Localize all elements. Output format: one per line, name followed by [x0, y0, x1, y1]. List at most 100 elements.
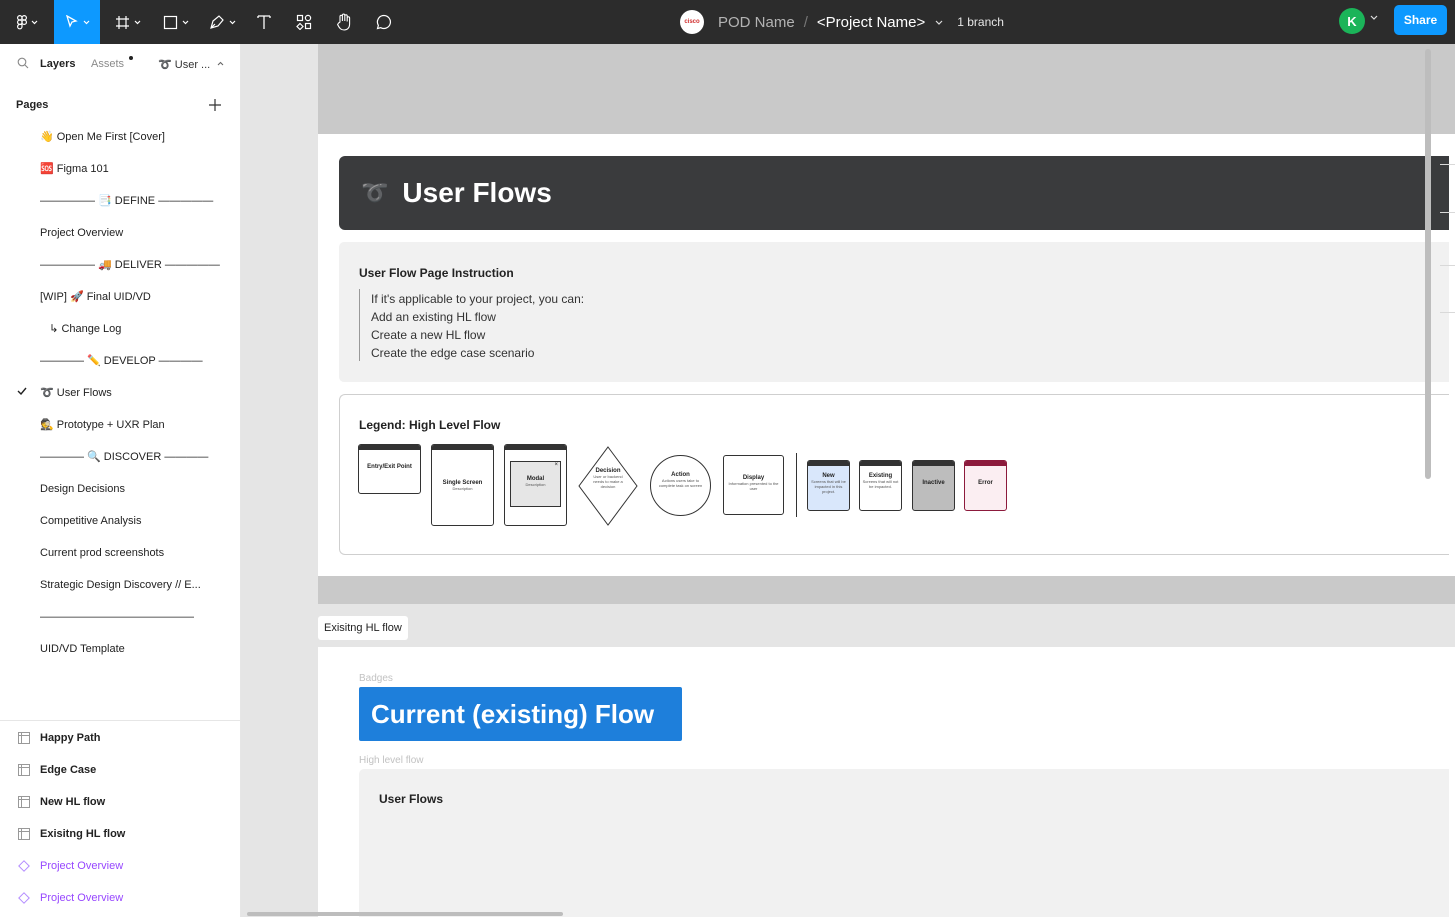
assets-update-dot	[129, 56, 133, 60]
legend-card[interactable]: Legend: High Level Flow Entry/Exit Point…	[339, 394, 1449, 555]
frame-name-label[interactable]: Exisitng HL flow	[318, 616, 408, 640]
layer-label: Project Overview	[40, 860, 124, 872]
legend-action[interactable]: Action Actions users take to complete ta…	[650, 455, 711, 516]
hl-flow-label: High level flow	[359, 755, 424, 766]
avatar[interactable]: K	[1339, 8, 1365, 34]
page-item[interactable]: Current prod screenshots	[40, 543, 220, 563]
team-name[interactable]: POD Name	[718, 14, 795, 31]
legend-entry-exit[interactable]: Entry/Exit Point	[358, 444, 421, 494]
legend-separator	[796, 453, 797, 517]
page-item-current[interactable]: ➰ User Flows	[40, 383, 220, 403]
text-icon	[257, 15, 271, 29]
chevron-down-icon[interactable]	[1370, 15, 1378, 20]
legend-display[interactable]: Display Information presented to the use…	[723, 455, 784, 515]
comment-tool-button[interactable]	[372, 0, 396, 44]
add-page-icon[interactable]	[208, 98, 222, 112]
page-item[interactable]: Design Decisions	[40, 479, 220, 499]
components-button[interactable]	[292, 0, 316, 44]
frame-layer-icon	[18, 732, 30, 744]
hand-tool-button[interactable]	[332, 0, 356, 44]
legend-existing[interactable]: Existing Screens that will not be impact…	[859, 460, 902, 511]
legend-inactive[interactable]: Inactive	[912, 460, 955, 511]
legend-single-screen[interactable]: Single Screen Description	[431, 444, 494, 526]
instruction-line: If it's applicable to your project, you …	[371, 292, 585, 306]
quote-bar	[359, 289, 360, 361]
check-icon	[17, 387, 27, 395]
horizontal-scrollbar[interactable]	[247, 912, 563, 916]
share-button[interactable]: Share	[1394, 5, 1447, 35]
rectangle-icon	[163, 15, 178, 29]
page-title: User Flows	[402, 177, 552, 208]
legend-title: Legend: High Level Flow	[359, 418, 501, 432]
tab-assets[interactable]: Assets	[91, 58, 124, 70]
tab-layers[interactable]: Layers	[40, 58, 75, 70]
layer-item-frame[interactable]: Happy Path	[18, 728, 101, 748]
component-instance-icon	[18, 860, 30, 872]
layer-item-frame[interactable]: Edge Case	[18, 760, 96, 780]
title-separator: /	[803, 13, 808, 31]
legend-error[interactable]: Error	[964, 460, 1007, 511]
page-item[interactable]: ———— ✏️ DEVELOP ————	[40, 351, 220, 371]
legend-decision[interactable]: Decision User or backend needs to make a…	[578, 446, 638, 526]
modal-inner: × Modal Description	[510, 461, 561, 507]
chevron-down-icon	[31, 20, 37, 24]
layer-label: New HL flow	[40, 796, 106, 808]
legend-new[interactable]: New Screens that will be impacted in thi…	[807, 460, 850, 511]
page-item[interactable]: ↳ Change Log	[40, 319, 220, 339]
current-flow-badge[interactable]: Current (existing) Flow	[359, 687, 682, 741]
page-item[interactable]: 🆘 Figma 101	[40, 159, 220, 179]
canvas[interactable]: ➰ User Flows User Flow Page Instruction …	[241, 44, 1455, 917]
page-item[interactable]: Project Overview	[40, 223, 220, 243]
project-name[interactable]: <Project Name>	[817, 14, 925, 31]
hand-icon	[336, 13, 351, 31]
layer-label: Happy Path	[40, 732, 101, 744]
chevron-down-icon	[83, 20, 89, 24]
layer-label: Edge Case	[40, 764, 97, 776]
edge-tick	[1440, 212, 1455, 213]
frame-layer-icon	[18, 796, 30, 808]
layer-item-component-instance[interactable]: Project Overview	[18, 888, 123, 908]
legend-modal[interactable]: × Modal Description	[504, 444, 567, 526]
pen-tool-button[interactable]	[204, 0, 240, 44]
panel-tabs: Layers Assets ➰ User ...	[0, 44, 240, 84]
user-flows-box[interactable]: User Flows	[359, 769, 1449, 917]
frame-layer-icon	[18, 764, 30, 776]
legend-desc: Description	[525, 482, 546, 487]
page-item[interactable]: ——————————————	[40, 607, 220, 627]
instruction-card[interactable]: User Flow Page Instruction If it's appli…	[339, 242, 1449, 382]
page-item[interactable]: Competitive Analysis	[40, 511, 220, 531]
panel-divider	[0, 720, 240, 721]
page-item[interactable]: 🕵 Prototype + UXR Plan	[40, 415, 220, 435]
page-item[interactable]: UID/VD Template	[40, 639, 220, 659]
component-instance-icon	[18, 892, 30, 904]
page-header[interactable]: ➰ User Flows	[339, 156, 1449, 230]
page-item[interactable]: ———— 🔍 DISCOVER ————	[40, 447, 220, 467]
main-menu-button[interactable]	[10, 0, 44, 44]
frame-tool-button[interactable]	[110, 0, 146, 44]
page-item[interactable]: Strategic Design Discovery // E...	[40, 575, 220, 595]
search-icon[interactable]	[17, 57, 29, 69]
instruction-line: Create the edge case scenario	[371, 346, 535, 360]
layer-item-component-instance[interactable]: Project Overview	[18, 856, 123, 876]
page-item[interactable]: ————— 📑 DEFINE —————	[40, 191, 220, 211]
layers-panel: Layers Assets ➰ User ... Pages 👋 Open Me…	[0, 44, 241, 917]
page-item[interactable]: ————— 🚚 DELIVER —————	[40, 255, 220, 275]
chevron-down-icon[interactable]	[935, 20, 943, 25]
badges-label: Badges	[359, 673, 393, 684]
instruction-line: Add an existing HL flow	[371, 310, 496, 324]
chevron-up-icon[interactable]	[217, 61, 224, 66]
vertical-scrollbar[interactable]	[1425, 49, 1431, 479]
edge-tick	[1440, 265, 1455, 266]
shape-tool-button[interactable]	[158, 0, 194, 44]
current-page-selector[interactable]: ➰ User ...	[158, 58, 210, 71]
layer-item-frame[interactable]: New HL flow	[18, 792, 105, 812]
components-icon	[296, 14, 312, 30]
edge-tick	[1440, 312, 1455, 313]
page-item[interactable]: [WIP] 🚀 Final UID/VD	[40, 287, 220, 307]
legend-label: Inactive	[922, 480, 945, 486]
move-tool-button[interactable]	[54, 0, 100, 44]
page-item[interactable]: 👋 Open Me First [Cover]	[40, 127, 220, 147]
layer-item-frame[interactable]: Exisitng HL flow	[18, 824, 125, 844]
text-tool-button[interactable]	[252, 0, 276, 44]
branch-count[interactable]: 1 branch	[957, 15, 1004, 29]
